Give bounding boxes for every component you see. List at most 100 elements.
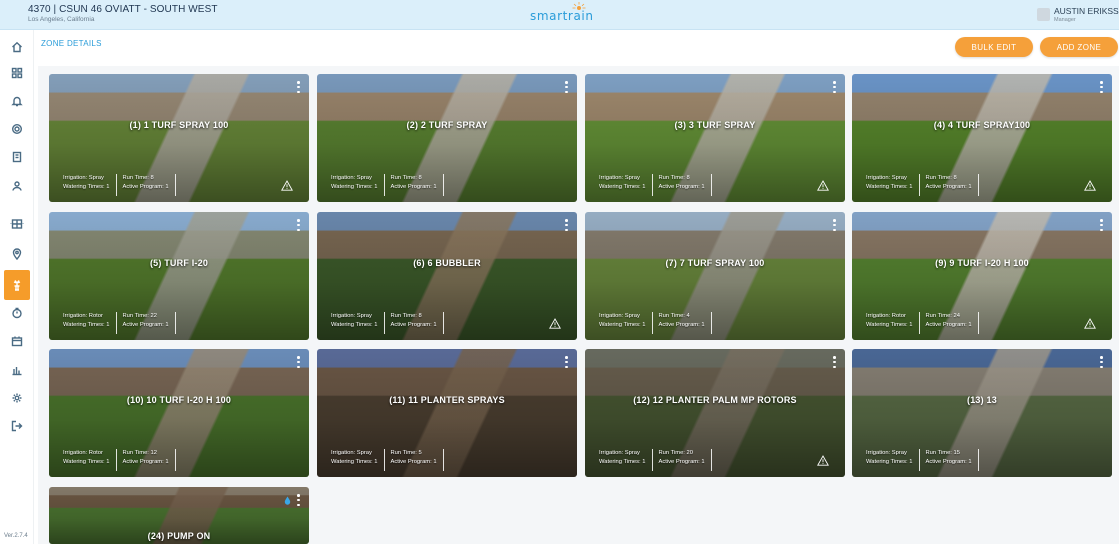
location-pin-icon[interactable] — [8, 245, 26, 263]
more-options-icon[interactable] — [297, 219, 301, 231]
irrigation-type: Irrigation: Spray — [331, 175, 372, 181]
info-col-1: Irrigation: Spray Watering Times: 1 — [331, 174, 385, 196]
zone-card[interactable]: (2) 2 TURF SPRAY Irrigation: Spray Waterin… — [317, 74, 577, 202]
zone-card[interactable]: (13) 13 Irrigation: Spray Watering Times: … — [852, 349, 1112, 477]
zone-card[interactable]: (12) 12 PLANTER PALM MP ROTORS Irrigation… — [585, 349, 845, 477]
more-options-icon[interactable] — [297, 356, 301, 368]
zone-title[interactable]: (7) 7 TURF SPRAY 100 — [585, 258, 845, 268]
controller-icon[interactable] — [8, 148, 26, 166]
site-title[interactable]: 4370 | CSUN 46 OVIATT - SOUTH WEST — [28, 4, 218, 15]
zone-title[interactable]: (5) TURF I-20 — [49, 258, 309, 268]
user-name[interactable]: AUSTIN ERIKSSO — [1054, 6, 1119, 16]
run-time: Run Time: 8 — [390, 313, 422, 319]
warning-icon[interactable] — [1084, 180, 1096, 191]
watering-times: Watering Times: 1 — [599, 322, 646, 328]
irrigation-type: Irrigation: Spray — [63, 175, 104, 181]
zone-info: Irrigation: Spray Watering Times: 1 Run Ti… — [63, 174, 182, 196]
more-options-icon[interactable] — [833, 81, 837, 93]
warning-icon[interactable] — [281, 180, 293, 191]
zone-title[interactable]: (11) 11 PLANTER SPRAYS — [317, 395, 577, 405]
more-options-icon[interactable] — [565, 219, 569, 231]
more-options-icon[interactable] — [565, 356, 569, 368]
user-role: Manager — [1054, 17, 1076, 23]
zone-title[interactable]: (10) 10 TURF I-20 H 100 — [49, 395, 309, 405]
zone-title[interactable]: (3) 3 TURF SPRAY — [585, 120, 845, 130]
zone-info: Irrigation: Rotor Watering Times: 1 Run Ti… — [63, 312, 182, 334]
info-col-1: Irrigation: Spray Watering Times: 1 — [599, 174, 653, 196]
more-options-icon[interactable] — [1100, 219, 1104, 231]
logout-icon[interactable] — [8, 417, 26, 435]
more-options-icon[interactable] — [297, 494, 301, 506]
zone-title[interactable]: (6) 6 BUBBLER — [317, 258, 577, 268]
zone-title[interactable]: (24) PUMP ON — [49, 531, 309, 541]
info-col-1: Irrigation: Spray Watering Times: 1 — [599, 312, 653, 334]
settings-gear-icon[interactable] — [8, 120, 26, 138]
zone-info: Irrigation: Spray Watering Times: 1 Run Ti… — [331, 174, 450, 196]
zone-card[interactable]: (24) PUMP ON — [49, 487, 309, 544]
zone-card[interactable]: (3) 3 TURF SPRAY Irrigation: Spray Waterin… — [585, 74, 845, 202]
page-title: ZONE DETAILS — [41, 39, 102, 48]
more-options-icon[interactable] — [833, 219, 837, 231]
warning-icon[interactable] — [817, 455, 829, 466]
zone-title[interactable]: (13) 13 — [852, 395, 1112, 405]
warning-icon[interactable] — [1084, 318, 1096, 329]
more-options-icon[interactable] — [1100, 356, 1104, 368]
version-label: Ver.2.7.4 — [4, 533, 28, 539]
add-zone-button[interactable]: ADD ZONE — [1040, 37, 1118, 57]
run-time: Run Time: 15 — [925, 450, 960, 456]
zone-card[interactable]: (5) TURF I-20 Irrigation: Rotor Watering T… — [49, 212, 309, 340]
info-col-1: Irrigation: Spray Watering Times: 1 — [866, 449, 920, 471]
zone-title[interactable]: (4) 4 TURF SPRAY100 — [852, 120, 1112, 130]
users-icon[interactable] — [8, 177, 26, 195]
warning-icon[interactable] — [817, 180, 829, 191]
bell-icon[interactable] — [8, 92, 26, 110]
run-time: Run Time: 12 — [122, 450, 157, 456]
zone-title[interactable]: (2) 2 TURF SPRAY — [317, 120, 577, 130]
zone-info: Irrigation: Spray Watering Times: 1 Run Ti… — [599, 174, 718, 196]
water-drop-icon — [284, 496, 291, 505]
zone-info: Irrigation: Spray Watering Times: 1 Run Ti… — [331, 449, 450, 471]
map-grid-icon[interactable] — [8, 215, 26, 233]
watering-times: Watering Times: 1 — [63, 184, 110, 190]
zone-card[interactable]: (9) 9 TURF I-20 H 100 Irrigation: Rotor Wa… — [852, 212, 1112, 340]
watering-times: Watering Times: 1 — [63, 459, 110, 465]
run-time: Run Time: 24 — [925, 313, 960, 319]
zone-title[interactable]: (9) 9 TURF I-20 H 100 — [852, 258, 1112, 268]
bulk-edit-button[interactable]: BULK EDIT — [955, 37, 1033, 57]
zone-card[interactable]: (11) 11 PLANTER SPRAYS Irrigation: Spray W… — [317, 349, 577, 477]
active-program: Active Program: 1 — [658, 322, 705, 328]
timer-icon[interactable] — [8, 304, 26, 322]
avatar[interactable] — [1037, 8, 1050, 21]
sidebar: Ver.2.7.4 — [0, 30, 34, 544]
home-icon[interactable] — [8, 38, 26, 56]
watering-times: Watering Times: 1 — [866, 184, 913, 190]
watering-times: Watering Times: 1 — [866, 322, 913, 328]
dashboard-grid-icon[interactable] — [8, 64, 26, 82]
zone-card[interactable]: (4) 4 TURF SPRAY100 Irrigation: Spray Wate… — [852, 74, 1112, 202]
more-options-icon[interactable] — [1100, 81, 1104, 93]
zone-title[interactable]: (1) 1 TURF SPRAY 100 — [49, 120, 309, 130]
irrigation-type: Irrigation: Spray — [599, 450, 640, 456]
info-col-1: Irrigation: Spray Watering Times: 1 — [866, 174, 920, 196]
more-options-icon[interactable] — [833, 356, 837, 368]
bar-chart-icon[interactable] — [8, 361, 26, 379]
info-col-2: Run Time: 8 Active Program: 1 — [391, 174, 444, 196]
zone-card[interactable]: (6) 6 BUBBLER Irrigation: Spray Watering T… — [317, 212, 577, 340]
zone-title[interactable]: (12) 12 PLANTER PALM MP ROTORS — [585, 395, 845, 405]
zone-card[interactable]: (10) 10 TURF I-20 H 100 Irrigation: Rotor… — [49, 349, 309, 477]
calendar-icon[interactable] — [8, 332, 26, 350]
warning-icon[interactable] — [549, 318, 561, 329]
cog-icon[interactable] — [8, 389, 26, 407]
more-options-icon[interactable] — [565, 81, 569, 93]
watering-times: Watering Times: 1 — [331, 459, 378, 465]
zone-card[interactable]: (1) 1 TURF SPRAY 100 Irrigation: Spray Wat… — [49, 74, 309, 202]
irrigation-type: Irrigation: Rotor — [866, 313, 906, 319]
zone-info: Irrigation: Spray Watering Times: 1 Run Ti… — [599, 449, 718, 471]
active-program: Active Program: 1 — [390, 459, 437, 465]
watering-times: Watering Times: 1 — [331, 322, 378, 328]
info-col-2: Run Time: 22 Active Program: 1 — [123, 312, 176, 334]
info-col-1: Irrigation: Spray Watering Times: 1 — [63, 174, 117, 196]
sprinkler-zone-icon[interactable] — [4, 270, 30, 300]
more-options-icon[interactable] — [297, 81, 301, 93]
zone-card[interactable]: (7) 7 TURF SPRAY 100 Irrigation: Spray Wat… — [585, 212, 845, 340]
